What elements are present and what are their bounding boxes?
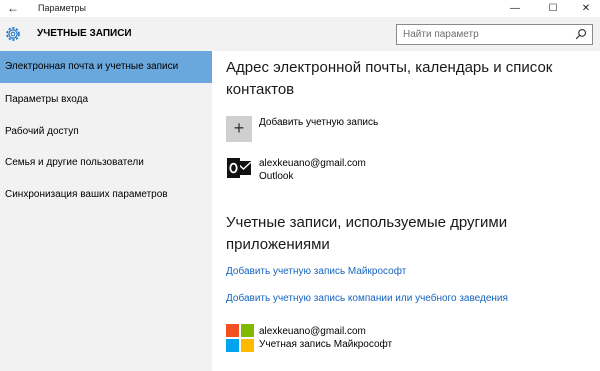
gear-icon: [6, 27, 20, 41]
section-email-title: Адрес электронной почты, календарь и спи…: [226, 59, 553, 98]
microsoft-account-email[interactable]: alexkeuano@gmail.com: [259, 326, 366, 337]
microsoft-account-type: Учетная запись Майкрософт: [259, 339, 393, 350]
minimize-button[interactable]: —: [495, 0, 535, 17]
outlook-account-email[interactable]: alexkeuano@gmail.com: [259, 158, 366, 169]
add-account-button[interactable]: +: [226, 116, 252, 142]
section-other-apps-title: Учетные записи, используемые другими при…: [226, 214, 508, 253]
outlook-account-type: Outlook: [259, 171, 294, 182]
search-icon[interactable]: [575, 28, 587, 40]
outlook-icon[interactable]: [226, 155, 252, 181]
main-content: Адрес электронной почты, календарь и спи…: [212, 51, 600, 371]
page-header: УЧЕТНЫЕ ЗАПИСИ: [0, 17, 600, 51]
add-work-school-account-link[interactable]: Добавить учетную запись компании или уче…: [226, 293, 508, 304]
close-button[interactable]: ✕: [566, 0, 600, 17]
back-arrow-icon[interactable]: ←: [3, 0, 23, 17]
page-title: УЧЕТНЫЕ ЗАПИСИ: [37, 28, 132, 39]
plus-icon: +: [233, 118, 245, 138]
sidebar: Электронная почта и учетные записи Парам…: [0, 51, 212, 371]
sidebar-item-work-access[interactable]: Рабочий доступ: [0, 116, 212, 148]
sidebar-item-sign-in-options[interactable]: Параметры входа: [0, 84, 212, 116]
sidebar-item-email-accounts[interactable]: Электронная почта и учетные записи: [0, 51, 212, 83]
add-microsoft-account-link[interactable]: Добавить учетную запись Майкрософт: [226, 266, 406, 277]
add-account-label[interactable]: Добавить учетную запись: [259, 117, 378, 128]
search-input[interactable]: [397, 25, 572, 44]
window-title: Параметры: [38, 3, 86, 13]
microsoft-logo-icon[interactable]: [226, 324, 254, 352]
sidebar-item-family-users[interactable]: Семья и другие пользователи: [0, 147, 212, 179]
sidebar-item-sync-settings[interactable]: Синхронизация ваших параметров: [0, 179, 212, 211]
title-bar: ← Параметры — ☐ ✕: [0, 0, 600, 17]
search-box[interactable]: [396, 24, 593, 45]
